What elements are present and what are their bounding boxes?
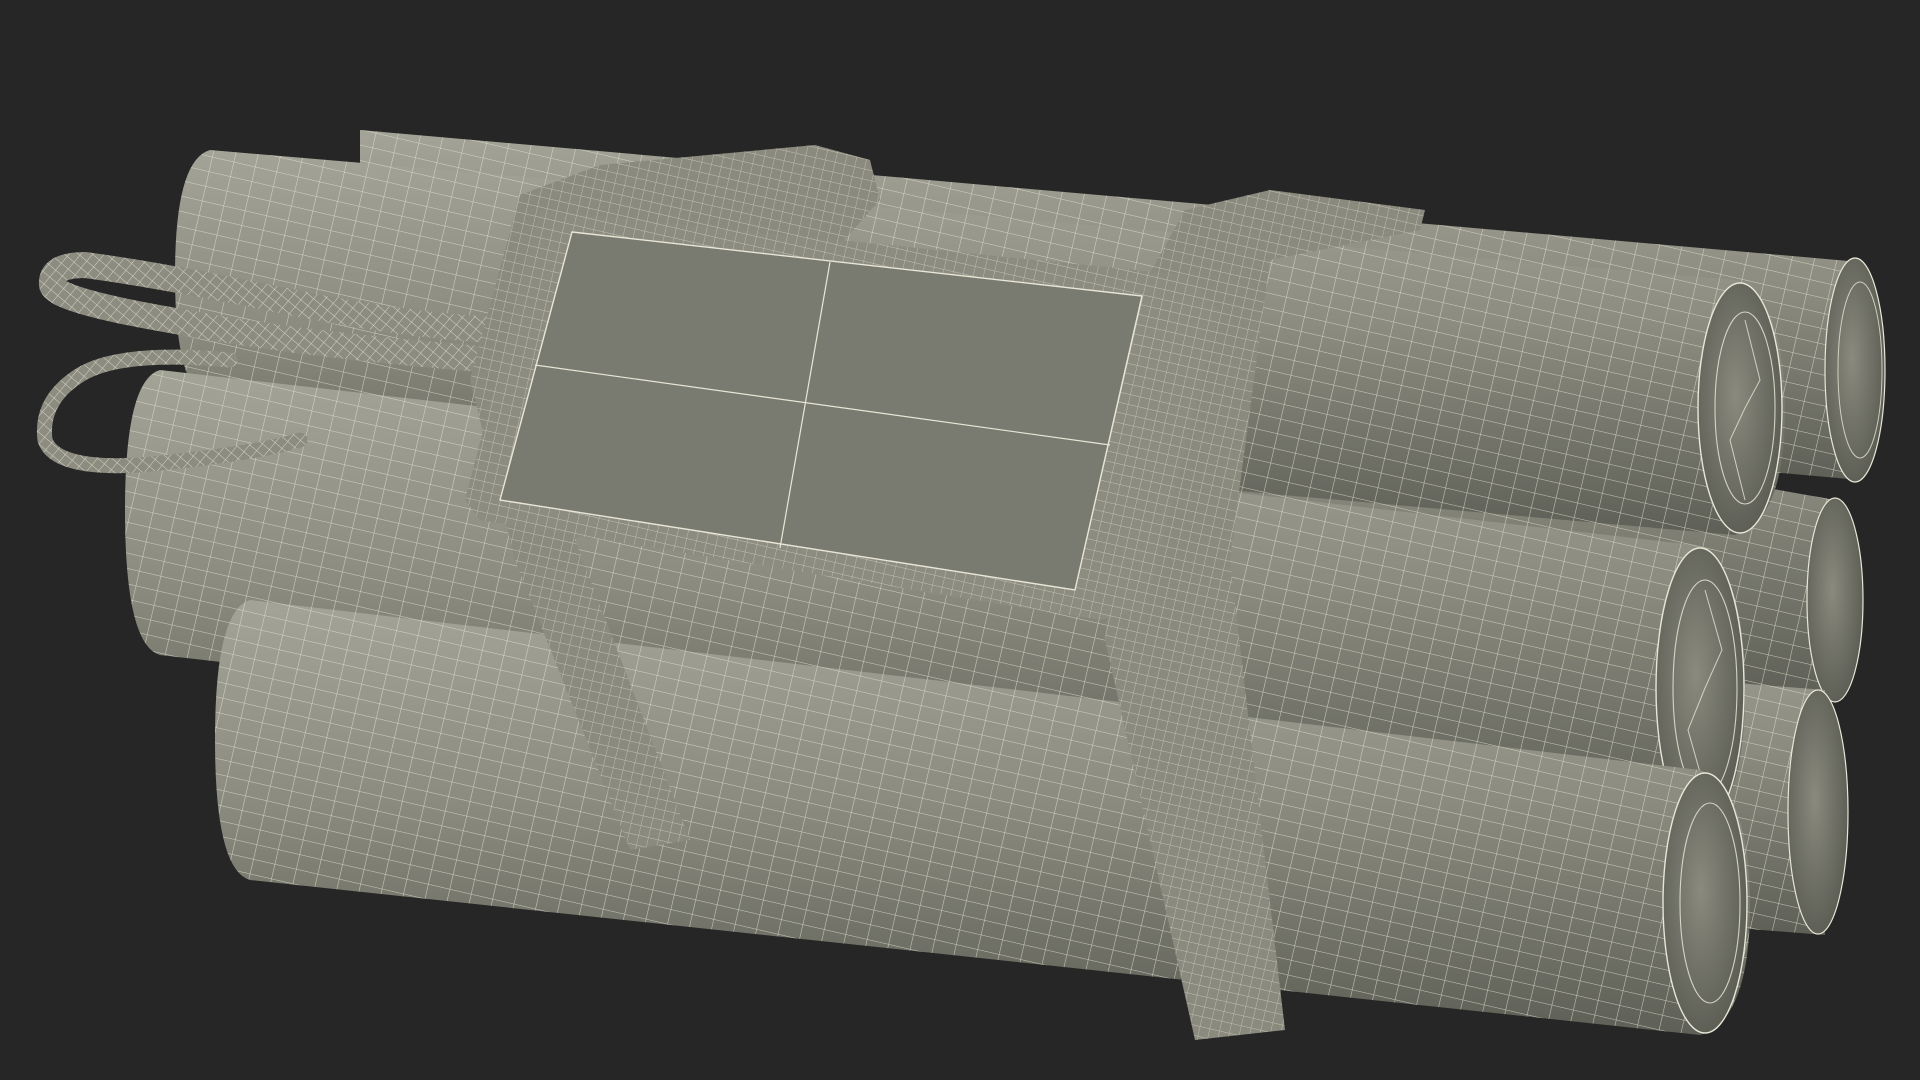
dynamite-model [36,130,1886,1040]
render-viewport [0,0,1920,1080]
